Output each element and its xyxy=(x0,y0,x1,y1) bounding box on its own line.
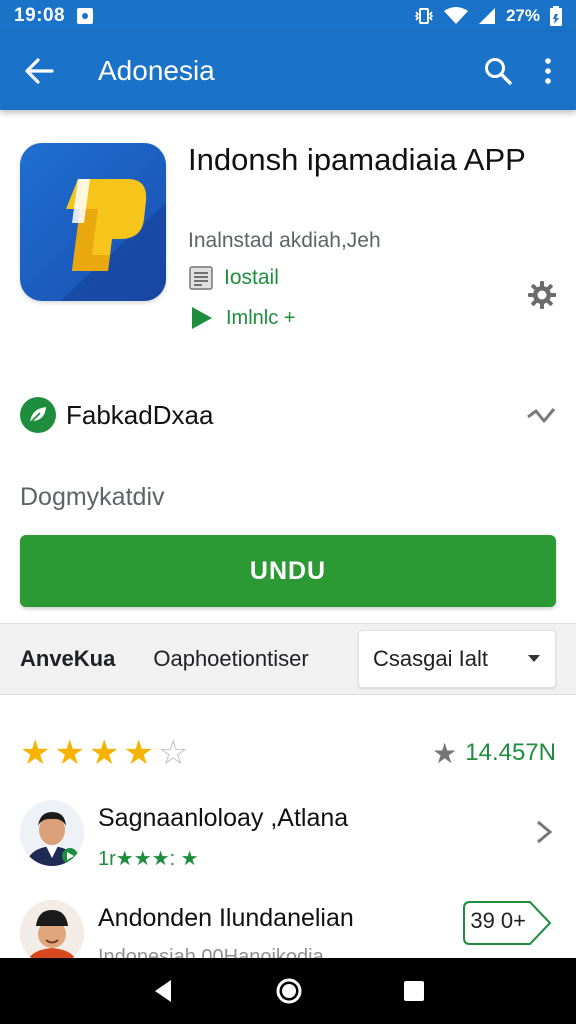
notification-icon xyxy=(77,8,94,24)
nav-home-icon[interactable] xyxy=(275,977,303,1005)
chevron-right-icon[interactable] xyxy=(534,818,554,846)
signal-icon xyxy=(478,8,495,24)
download-button-label: UNDU xyxy=(249,556,327,585)
download-button[interactable]: UNDU xyxy=(20,535,556,607)
review-tag[interactable]: 39 0+ xyxy=(470,908,526,934)
star-rating: ★ ★ ★ ★ ☆ xyxy=(20,736,188,770)
install-label: Iostail xyxy=(224,266,279,289)
more-vert-icon xyxy=(545,58,551,84)
avatar xyxy=(20,900,84,966)
system-nav-bar xyxy=(0,958,576,1024)
vibrate-icon xyxy=(414,8,434,24)
sort-dropdown[interactable]: Csasgai Ialt xyxy=(358,630,556,688)
back-button[interactable] xyxy=(20,52,58,90)
rating-count-value: 14.457N xyxy=(465,739,556,766)
wifi-icon xyxy=(443,7,468,24)
nav-back-icon[interactable] xyxy=(151,978,175,1004)
star-icon: ★ xyxy=(54,734,85,772)
status-time: 19:08 xyxy=(14,5,66,26)
page-title: Adonesia xyxy=(98,55,215,86)
reviewer-name: Sagnaanloloay ,Atlana xyxy=(98,804,349,832)
dropdown-selected: Csasgai Ialt xyxy=(373,646,488,671)
battery-icon xyxy=(550,6,562,26)
settings-button[interactable] xyxy=(526,279,558,311)
description-text: Dogmykatdiv xyxy=(20,483,165,511)
leaf-icon xyxy=(20,397,56,433)
star-icon: ★ xyxy=(123,734,154,772)
arrow-left-icon xyxy=(25,58,54,84)
app-icon xyxy=(20,143,166,301)
app-bar: Adonesia xyxy=(0,32,576,110)
play-link-label: Imlnlc + xyxy=(226,306,296,329)
play-icon xyxy=(192,307,212,329)
search-button[interactable] xyxy=(478,51,518,91)
feature-row[interactable]: FabkadDxaa xyxy=(20,395,556,435)
feature-label: FabkadDxaa xyxy=(66,399,214,430)
rating-summary: ★ ★ ★ ★ ☆ ★ 14.457N xyxy=(20,735,556,771)
gear-icon xyxy=(528,281,556,309)
status-bar: 19:08 27% xyxy=(0,0,576,32)
chevron-down-icon xyxy=(528,655,540,662)
overflow-menu-button[interactable] xyxy=(528,51,568,91)
nav-recents-icon[interactable] xyxy=(403,980,425,1002)
star-icon: ★ xyxy=(88,734,120,772)
trend-icon xyxy=(527,408,556,423)
app-logo-icon xyxy=(60,179,166,301)
reviewer-name: Andonden Ilundanelian xyxy=(98,904,354,932)
status-indicators: 27% xyxy=(414,6,562,26)
developer-name[interactable]: Inalnstad akdiah,Jeh xyxy=(188,229,381,253)
reviewer-rating: 1r★★★: ★ xyxy=(98,848,199,870)
tab-strip: AnveKua Oaphoetiontiser Csasgai Ialt xyxy=(0,623,576,695)
star-outline-icon: ☆ xyxy=(157,734,189,772)
install-info[interactable]: Iostail xyxy=(188,265,279,291)
avatar xyxy=(20,800,84,866)
review-item[interactable]: Sagnaanloloay ,Atlana 1r★★★: ★ xyxy=(20,800,556,880)
document-icon xyxy=(189,266,213,290)
battery-percent: 27% xyxy=(505,6,540,25)
search-icon xyxy=(485,58,512,85)
star-icon: ★ xyxy=(20,734,51,772)
tab-first[interactable]: AnveKua xyxy=(20,646,115,672)
app-name: Indonsh ipamadiaia APP xyxy=(188,142,526,177)
rating-count[interactable]: ★ 14.457N xyxy=(432,737,556,770)
tab-second[interactable]: Oaphoetiontiser xyxy=(153,646,308,672)
star-icon: ★ xyxy=(432,737,458,769)
play-link[interactable]: Imlnlc + xyxy=(188,305,295,331)
